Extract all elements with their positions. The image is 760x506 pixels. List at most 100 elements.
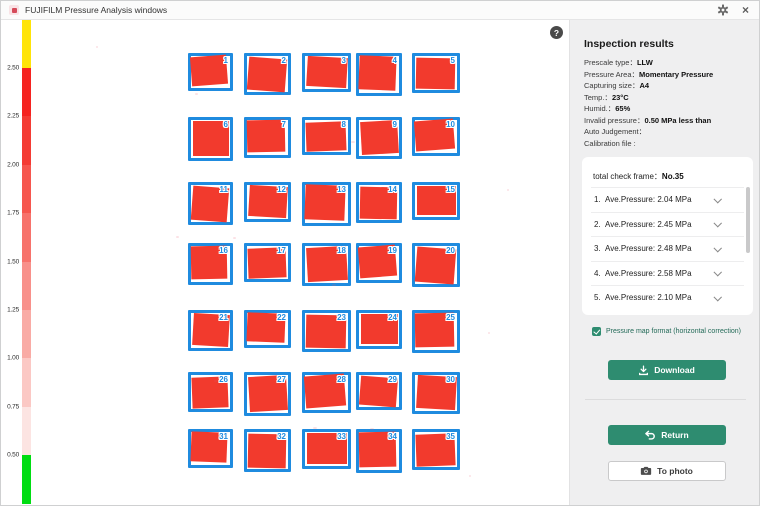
result-row[interactable]: 4.Ave.Pressure: 2.58 MPa (591, 261, 744, 286)
to-photo-button[interactable]: To photo (608, 461, 726, 481)
pressure-patch[interactable]: 12 (244, 182, 291, 222)
pressure-patch[interactable]: 33 (302, 429, 351, 469)
to-photo-button-label: To photo (657, 466, 693, 476)
patch-number: 5 (451, 56, 455, 65)
pressure-patch[interactable]: 28 (302, 372, 351, 413)
patch-pressure-area (305, 121, 346, 152)
pressure-patch[interactable]: 27 (244, 372, 291, 416)
pressure-patch[interactable]: 4 (356, 53, 402, 96)
result-row[interactable]: 2.Ave.Pressure: 2.45 MPa (591, 212, 744, 237)
result-row[interactable]: 3.Ave.Pressure: 2.48 MPa (591, 236, 744, 261)
field-value: 65% (615, 104, 630, 113)
total-check-frame-label: total check frame： (593, 172, 662, 181)
help-icon[interactable]: ? (550, 26, 563, 39)
patch-pressure-area (247, 120, 286, 153)
pressure-patch[interactable]: 6 (188, 117, 233, 161)
patch-number: 9 (393, 120, 397, 129)
film-noise-speck (332, 284, 336, 286)
inspection-field-row: Humid.：65% (584, 103, 749, 115)
pressure-patch[interactable]: 13 (302, 182, 351, 226)
result-row[interactable]: 1.Ave.Pressure: 2.04 MPa (591, 187, 744, 212)
pressure-patch[interactable]: 2 (244, 53, 291, 95)
patch-number: 11 (220, 185, 228, 194)
film-noise-speck (176, 236, 179, 238)
pressure-color-scale: 2.502.252.001.751.501.251.000.750.50 (1, 20, 45, 506)
pressure-patch[interactable]: 17 (244, 243, 291, 282)
chevron-down-icon[interactable] (713, 244, 721, 252)
panel-divider (585, 399, 746, 400)
inspection-fields: Prescale type：LLWPressure Area：Momentary… (584, 57, 749, 149)
pressure-patch[interactable]: 14 (356, 182, 402, 223)
pressure-patch[interactable]: 31 (188, 429, 233, 468)
inspection-field-row: Temp.：23°C (584, 92, 749, 104)
patch-number: 23 (337, 313, 346, 322)
chevron-down-icon[interactable] (713, 293, 721, 301)
pressure-patch[interactable]: 11 (188, 182, 233, 225)
chevron-down-icon[interactable] (713, 195, 721, 203)
field-label: Temp.： (584, 93, 612, 102)
field-label: Auto Judgement： (584, 127, 646, 136)
patch-pressure-area (190, 55, 228, 87)
pressure-patch[interactable]: 30 (412, 372, 460, 414)
pressure-map-format-row: Pressure map format (horizontal correcti… (584, 327, 749, 336)
pressure-patch[interactable]: 18 (302, 243, 351, 286)
pressure-patch[interactable]: 25 (412, 310, 460, 353)
result-index: 1. (594, 195, 605, 204)
pressure-map-format-checkbox[interactable] (592, 327, 601, 336)
pressure-patch[interactable]: 10 (412, 117, 460, 156)
scale-segment (22, 68, 31, 117)
settings-gear-icon[interactable] (717, 4, 729, 16)
result-row[interactable]: 5.Ave.Pressure: 2.10 MPa (591, 285, 744, 310)
pressure-patch[interactable]: 20 (412, 243, 460, 287)
chevron-down-icon[interactable] (713, 268, 721, 276)
scale-tick-label: 1.75 (1, 210, 19, 217)
pressure-patch[interactable]: 32 (244, 429, 291, 472)
scale-segment (22, 310, 31, 359)
film-noise-speck (214, 380, 217, 382)
close-icon[interactable]: × (742, 4, 749, 16)
result-index: 2. (594, 220, 605, 229)
patch-number: 1 (224, 56, 228, 65)
pressure-patch[interactable]: 16 (188, 243, 233, 285)
return-button[interactable]: Return (608, 425, 726, 445)
chevron-down-icon[interactable] (713, 219, 721, 227)
patch-pressure-area (416, 58, 456, 90)
pressure-patch[interactable]: 22 (244, 310, 291, 348)
scale-segment (22, 116, 31, 165)
result-text: Ave.Pressure: 2.48 MPa (605, 244, 692, 253)
patch-number: 18 (337, 246, 346, 255)
pressure-patch[interactable]: 9 (356, 117, 402, 159)
pressure-patch[interactable]: 23 (302, 310, 351, 352)
pressure-patch[interactable]: 1 (188, 53, 233, 91)
pressure-patch[interactable]: 26 (188, 372, 233, 412)
scale-tick-label: 0.75 (1, 403, 19, 410)
pressure-patch[interactable]: 35 (412, 429, 460, 470)
film-noise-speck (313, 427, 317, 429)
pressure-map-format-label: Pressure map format (horizontal correcti… (606, 328, 741, 335)
pressure-patch[interactable]: 29 (356, 372, 402, 410)
download-button[interactable]: Download (608, 360, 726, 380)
inspection-field-row: Invalid pressure：0.50 MPa less than (584, 115, 749, 127)
pressure-patch[interactable]: 21 (188, 310, 233, 351)
download-button-label: Download (654, 365, 695, 375)
pressure-patch[interactable]: 5 (412, 53, 460, 93)
scale-segment (22, 165, 31, 214)
result-text: Ave.Pressure: 2.45 MPa (605, 220, 692, 229)
patch-number: 2 (282, 56, 286, 65)
field-label: Capturing size： (584, 81, 639, 90)
pressure-patch[interactable]: 19 (356, 243, 402, 283)
field-label: Prescale type： (584, 58, 637, 67)
pressure-patch[interactable]: 15 (412, 182, 460, 220)
patch-number: 6 (224, 120, 228, 129)
pressure-patch[interactable]: 34 (356, 429, 402, 473)
pressure-patch[interactable]: 3 (302, 53, 351, 92)
results-scrollbar[interactable] (746, 187, 750, 253)
patch-number: 12 (277, 185, 286, 194)
pressure-patch[interactable]: 24 (356, 310, 402, 349)
patch-number: 25 (446, 313, 455, 322)
inspection-field-row: Pressure Area：Momentary Pressure (584, 69, 749, 81)
pressure-patch[interactable]: 7 (244, 117, 291, 158)
pressure-patch[interactable]: 8 (302, 117, 351, 155)
result-text: Ave.Pressure: 2.58 MPa (605, 269, 692, 278)
result-index: 3. (594, 244, 605, 253)
